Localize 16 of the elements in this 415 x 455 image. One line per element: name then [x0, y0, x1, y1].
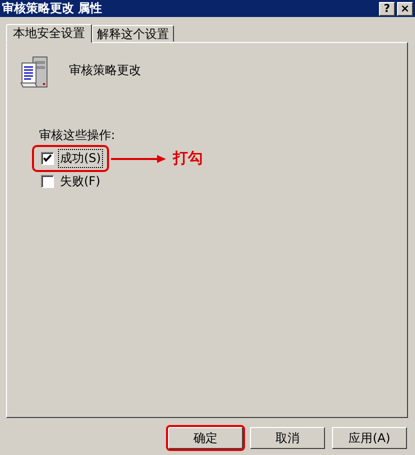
checkbox-label[interactable]: 失败(F) [58, 172, 102, 191]
policy-name: 审核策略更改 [69, 62, 141, 79]
checkbox[interactable] [41, 152, 54, 165]
checkbox[interactable] [41, 175, 54, 188]
cancel-button[interactable]: 取消 [250, 427, 325, 449]
arrow [110, 154, 167, 164]
tab[interactable]: 本地安全设置 [6, 24, 92, 43]
checkbox-label[interactable]: 成功(S) [58, 149, 103, 168]
window-title: 审核策略更改 属性 [2, 0, 102, 17]
annotation-label: 打勾 [172, 149, 203, 168]
help-button[interactable]: ? [379, 2, 395, 16]
group-label: 审核这些操作: [39, 127, 116, 144]
tab[interactable]: 解释这个设置 [92, 25, 174, 42]
close-button[interactable]: × [397, 2, 413, 16]
apply-button[interactable]: 应用(A) [332, 427, 407, 449]
ok-button[interactable]: 确定 [168, 427, 243, 449]
